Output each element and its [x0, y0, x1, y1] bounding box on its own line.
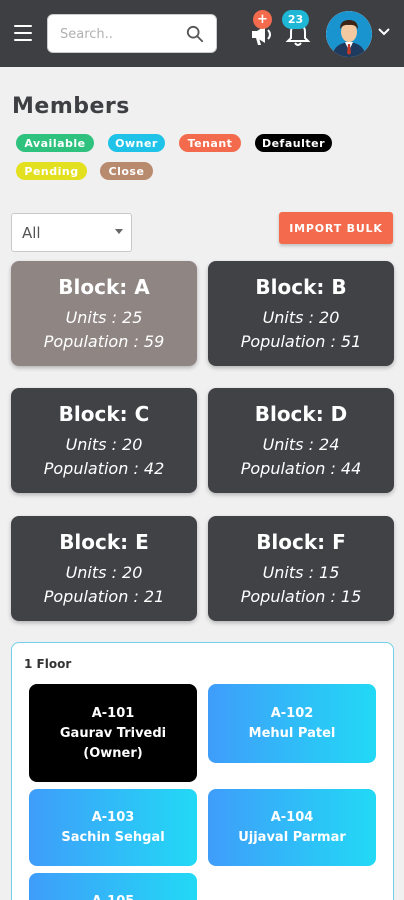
block-card-a[interactable]: Block: A Units : 25 Population : 59 — [11, 261, 197, 366]
import-bulk-button[interactable]: IMPORT BULK — [279, 212, 393, 244]
unit-member-role: (Owner) — [83, 746, 143, 761]
block-units: Units : 24 — [262, 435, 340, 454]
block-title: Block: E — [59, 530, 149, 554]
legend-close: Close — [100, 162, 153, 180]
search-box[interactable] — [47, 14, 217, 53]
legend-available: Available — [16, 134, 94, 152]
block-population: Population : 21 — [43, 587, 165, 606]
block-population: Population : 15 — [240, 587, 362, 606]
legend-tenant: Tenant — [179, 134, 241, 152]
unit-member-name: Sachin Sehgal — [61, 830, 165, 845]
block-title: Block: C — [58, 402, 150, 426]
unit-member-name: Ujjaval Parmar — [238, 830, 346, 845]
search-input[interactable] — [60, 24, 180, 44]
unit-card-a101[interactable]: A-101 Gaurav Trivedi (Owner) — [29, 684, 197, 782]
unit-card-a102[interactable]: A-102 Mehul Patel — [208, 684, 376, 763]
block-title: Block: D — [254, 402, 348, 426]
block-title: Block: F — [256, 530, 346, 554]
block-population: Population : 44 — [240, 459, 362, 478]
block-title: Block: B — [255, 275, 347, 299]
block-card-d[interactable]: Block: D Units : 24 Population : 44 — [208, 388, 394, 493]
block-card-b[interactable]: Block: B Units : 20 Population : 51 — [208, 261, 394, 366]
block-title: Block: A — [58, 275, 150, 299]
block-units: Units : 25 — [65, 308, 143, 327]
user-avatar-icon — [326, 11, 372, 57]
page-title: Members — [12, 94, 130, 119]
unit-number: A-105 — [29, 892, 197, 900]
unit-number: A-103 — [91, 810, 135, 825]
legend-pending: Pending — [16, 162, 87, 180]
unit-number: A-101 — [91, 706, 135, 721]
block-card-e[interactable]: Block: E Units : 20 Population : 21 — [11, 516, 197, 621]
unit-card-a103[interactable]: A-103 Sachin Sehgal — [29, 789, 197, 866]
caret-down-icon — [115, 229, 123, 234]
block-population: Population : 42 — [43, 459, 165, 478]
announcement-badge: + — [253, 10, 272, 29]
block-filter-select[interactable]: All — [11, 213, 132, 252]
block-card-c[interactable]: Block: C Units : 20 Population : 42 — [11, 388, 197, 493]
menu-icon[interactable] — [14, 25, 32, 41]
block-population: Population : 51 — [240, 332, 362, 351]
floor-panel: 1 Floor A-101 Gaurav Trivedi (Owner) A-1… — [11, 642, 394, 900]
avatar[interactable] — [326, 11, 372, 57]
chevron-down-icon[interactable] — [378, 28, 390, 36]
unit-card-a105[interactable]: A-105 — [29, 873, 197, 900]
unit-card-a104[interactable]: A-104 Ujjaval Parmar — [208, 789, 376, 866]
block-units: Units : 20 — [262, 308, 340, 327]
floor-label: 1 Floor — [24, 657, 72, 671]
block-units: Units : 20 — [65, 435, 143, 454]
legend-owner: Owner — [108, 134, 165, 152]
unit-member-name: Mehul Patel — [248, 726, 336, 741]
unit-number: A-102 — [270, 706, 314, 721]
legend-defaulter: Defaulter — [255, 134, 332, 152]
top-bar: + 23 — [0, 0, 404, 67]
block-units: Units : 20 — [65, 563, 143, 582]
block-population: Population : 59 — [43, 332, 165, 351]
block-units: Units : 15 — [262, 563, 340, 582]
notification-count-badge: 23 — [282, 10, 309, 29]
unit-number: A-104 — [270, 810, 314, 825]
unit-member-name: Gaurav Trivedi — [59, 726, 167, 741]
filter-selected-value: All — [22, 224, 41, 242]
search-icon[interactable] — [186, 25, 204, 43]
block-card-f[interactable]: Block: F Units : 15 Population : 15 — [208, 516, 394, 621]
